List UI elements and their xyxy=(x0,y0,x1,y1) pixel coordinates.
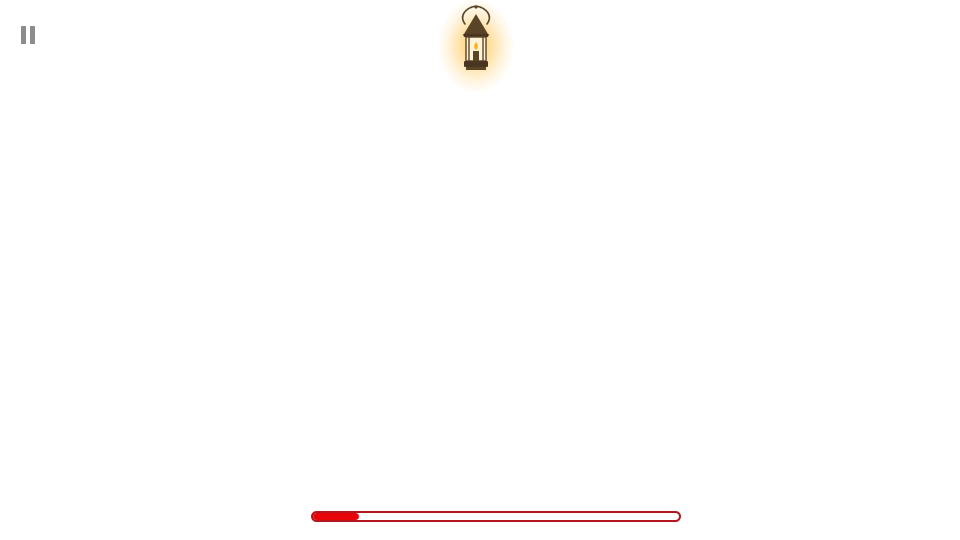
level-progress-fill xyxy=(313,513,359,520)
lantern xyxy=(435,0,517,92)
game-stage xyxy=(0,0,960,540)
pause-icon xyxy=(21,26,35,44)
level-progress-bar xyxy=(311,511,681,522)
lantern-icon xyxy=(461,5,491,70)
pause-button[interactable] xyxy=(16,22,40,48)
